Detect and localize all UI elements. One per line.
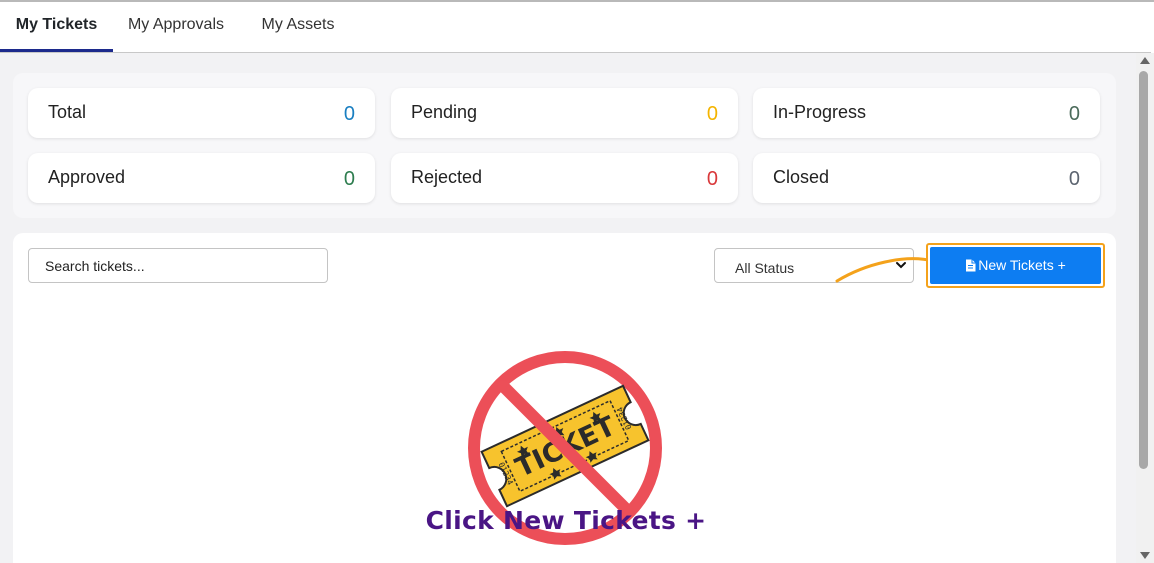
stat-card-closed: Closed 0 [753, 153, 1100, 203]
stat-label: Total [48, 102, 87, 122]
stat-card-in-progress: In-Progress 0 [753, 88, 1100, 138]
file-icon [966, 259, 976, 272]
stat-value: 0 [343, 103, 355, 125]
tab-my-assets[interactable]: My Assets [239, 2, 357, 52]
tab-my-tickets[interactable]: My Tickets [0, 2, 113, 52]
stats-panel: Total 0 Pending 0 In-Progress 0 Approved… [13, 73, 1116, 218]
scroll-up-icon[interactable] [1140, 57, 1150, 64]
status-filter-value: All Status [735, 260, 795, 276]
new-tickets-button[interactable]: New Tickets + [926, 243, 1105, 288]
stat-card-pending: Pending 0 [391, 88, 738, 138]
stat-card-total: Total 0 [28, 88, 375, 138]
tab-my-approvals[interactable]: My Approvals [113, 2, 239, 52]
stat-label: Approved [48, 167, 126, 187]
stat-card-approved: Approved 0 [28, 153, 375, 203]
stat-value: 0 [343, 168, 355, 190]
stat-label: Pending [411, 102, 478, 122]
stat-card-rejected: Rejected 0 [391, 153, 738, 203]
tab-bar: My Tickets My Approvals My Assets [0, 2, 1151, 53]
search-input[interactable] [28, 248, 328, 283]
scroll-down-icon[interactable] [1140, 552, 1150, 559]
stat-value: 0 [706, 103, 718, 125]
stat-value: 0 [706, 168, 718, 190]
scroll-thumb[interactable] [1139, 71, 1148, 469]
stat-value: 0 [1068, 103, 1080, 125]
stat-label: Rejected [411, 167, 483, 187]
empty-state-cta: Click New Tickets + [425, 506, 707, 535]
tickets-panel: All Status New Tickets + [13, 233, 1116, 563]
stat-value: 0 [1068, 168, 1080, 190]
stat-label: Closed [773, 167, 830, 187]
stat-label: In-Progress [773, 102, 867, 122]
new-tickets-button-body: New Tickets + [930, 247, 1101, 284]
main-content: Total 0 Pending 0 In-Progress 0 Approved… [0, 53, 1136, 563]
new-tickets-label: New Tickets + [978, 257, 1066, 273]
vertical-scrollbar[interactable] [1136, 53, 1154, 563]
